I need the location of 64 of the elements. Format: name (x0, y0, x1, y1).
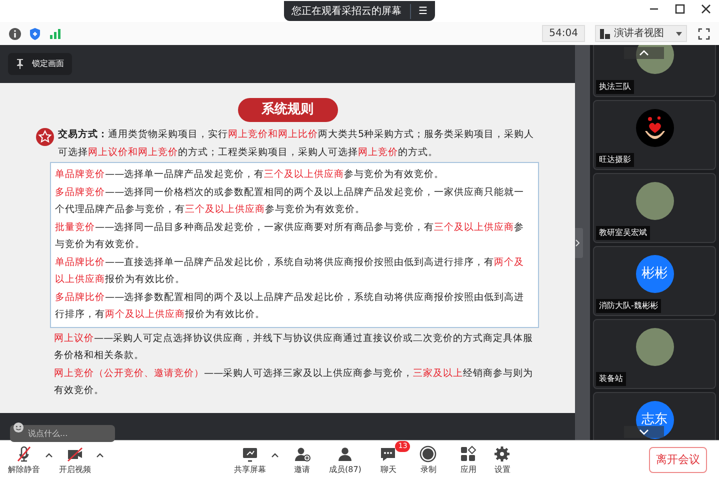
participant-tile[interactable]: 执法三队 (593, 45, 716, 97)
rule-paragraph: 单品牌比价——直接选择单一品牌产品发起比价，系统自动将供应商报价按照由低到高进行排序，有两个及以上供应商报价为有效比价。 (55, 256, 526, 287)
hearts-in-hands-avatar (636, 109, 674, 147)
muted-mic-icon (15, 444, 33, 462)
toolbar-button[interactable]: 成员(87) (329, 444, 362, 476)
photo-placeholder (636, 45, 674, 74)
signal-icon[interactable] (48, 26, 62, 40)
fullscreen-icon[interactable] (697, 26, 711, 40)
rule-paragraph: 多品牌竞价——选择同一价格档次的或参数配置相同的两个及以上品牌产品发起竞价，一家供应商只能就一个代理品牌产品参与竞价，有三个及以上供应商参与竞价为有效竞价。 (55, 186, 526, 217)
participant-tile[interactable]: 旺达摄影 (593, 100, 716, 170)
meeting-timer: 54:04 (542, 25, 585, 42)
rule-paragraph: 网上竞价（公开竞价、邀请竞价）——采购人可选择三家及以上供应商参与竞价，三家及以上经销商参与则为有效竞价。 (54, 366, 534, 398)
caret-icon (676, 32, 682, 36)
participant-name: 教研室吴宏斌 (596, 226, 650, 240)
participant-name: 装备站 (596, 372, 626, 386)
emoji-icon[interactable] (13, 422, 24, 433)
pin-icon (16, 59, 24, 69)
leave-meeting-button[interactable]: 离开会议 (649, 447, 707, 473)
caret-icon[interactable] (96, 452, 104, 458)
photo-placeholder (636, 182, 674, 220)
rule-paragraph: 批量竞价——选择同一品目多种商品发起竞价，一家供应商要对所有商品参与竞价，有三个及以上供应商参与竞价为有效竞价。 (55, 220, 526, 252)
participant-tile[interactable]: 志东 (593, 392, 716, 440)
scroll-up-icon[interactable] (624, 47, 664, 59)
participant-name: 执法三队 (596, 80, 634, 94)
participant-tile[interactable]: 教研室吴宏斌 (593, 173, 716, 243)
caret-icon[interactable] (271, 452, 279, 458)
toolbar-button[interactable]: 应用 (459, 444, 478, 476)
info-icon[interactable] (8, 26, 22, 40)
toolbar-button[interactable]: 聊天 (379, 444, 398, 476)
toolbar-button[interactable]: 设置 (493, 444, 512, 476)
toolbar-button[interactable]: 邀请 (293, 444, 311, 476)
people-icon (336, 444, 354, 462)
rule-paragraph: 单品牌竞价——选择单一品牌产品发起竞价，有三个及以上供应商参与竞价为有效竞价。 (55, 168, 446, 182)
participant-name: 消防大队-魏彬彬 (596, 299, 661, 313)
avatar: 彬彬 (636, 255, 674, 293)
toolbar-button[interactable]: 录制 (419, 444, 438, 476)
lock-view-button[interactable]: 锁定画面 (8, 53, 72, 75)
view-mode-button[interactable]: 演讲者视图 (595, 25, 687, 42)
settings-icon (493, 444, 512, 462)
slide-title: 系统规则 (238, 98, 338, 122)
layout-icon (600, 28, 610, 38)
participant-name: 旺达摄影 (596, 153, 634, 167)
chat-input[interactable]: 说点什么... (10, 425, 115, 442)
menu-button[interactable]: ☰ (410, 4, 428, 18)
banner-title: 您正在观看采招云的屏幕 (292, 4, 402, 18)
record-icon (419, 444, 438, 462)
toolbar-button[interactable]: 共享屏幕 (234, 444, 266, 476)
video-off-icon (66, 444, 84, 462)
photo-placeholder (636, 328, 674, 366)
apps-icon (459, 444, 478, 462)
toolbar-button[interactable]: 解除静音 (8, 444, 40, 476)
scroll-down-icon[interactable] (624, 426, 664, 438)
trading-method-paragraph: 交易方式：通用类货物采购项目，实行网上竞价和网上比价两大类共5种采购方式；服务类采购项目，采购人可选择网上议价和网上竞价的方式；工程类采购项目，采购人可选择网上竞价的方式。 (58, 128, 536, 160)
rule-paragraph: 网上议价——采购人可定点选择协议供应商，并线下与协议供应商通过直接议价或二次竞价的方式商定具体服务价格和相关条款。 (54, 332, 534, 363)
shield-icon[interactable] (28, 26, 42, 40)
caret-icon[interactable] (45, 452, 53, 458)
participant-tile[interactable]: 彬彬 消防大队-魏彬彬 (593, 246, 716, 316)
avatar: 志东 (636, 401, 674, 439)
close-icon[interactable] (701, 4, 711, 14)
star-icon (36, 128, 54, 146)
maximize-icon[interactable] (675, 4, 685, 14)
participant-tile[interactable]: 装备站 (593, 319, 716, 389)
toolbar-button[interactable]: 开启视频 (59, 444, 91, 476)
rule-paragraph: 多品牌比价——选择参数配置相同的两个及以上品牌产品发起比价，系统自动将供应商报价按照由低到高进行排序，有两个及以上供应商报价为有效比价。 (55, 290, 526, 322)
